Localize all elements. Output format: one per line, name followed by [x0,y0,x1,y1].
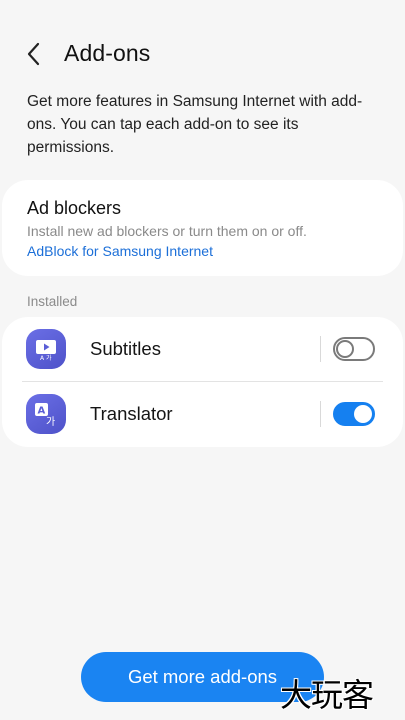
chevron-left-icon [27,42,40,66]
svg-text:가: 가 [46,416,55,427]
back-button[interactable] [18,38,50,70]
toggle-knob [336,340,354,358]
subtitles-icon: A 가 [26,329,66,369]
installed-section-label: Installed [27,294,78,309]
page-description: Get more features in Samsung Internet wi… [27,93,363,156]
page-title: Add-ons [64,40,151,66]
adblock-link[interactable]: AdBlock for Samsung Internet [27,243,213,259]
row-separator [320,336,321,362]
watermark-logo: 大玩客 [280,676,374,714]
addon-row-subtitles[interactable]: A 가 Subtitles [2,317,403,381]
row-separator [320,401,321,427]
ad-blockers-title: Ad blockers [27,198,122,218]
app-header: Add-ons [0,30,405,78]
addon-row-translator[interactable]: A 가 Translator [2,382,403,446]
toggle-knob [354,405,372,423]
ad-blockers-subtitle: Install new ad blockers or turn them on … [27,223,307,239]
addon-name: Subtitles [90,338,161,359]
translator-icon: A 가 [26,394,66,434]
subtitles-toggle[interactable] [333,337,375,361]
installed-addons-card: A 가 Subtitles A 가 Translator [2,317,403,447]
ad-blockers-card[interactable]: Ad blockers Install new ad blockers or t… [2,180,403,276]
svg-text:A: A [38,406,46,417]
translator-toggle[interactable] [333,402,375,426]
svg-text:A 가: A 가 [40,354,52,361]
addon-name: Translator [90,403,173,424]
